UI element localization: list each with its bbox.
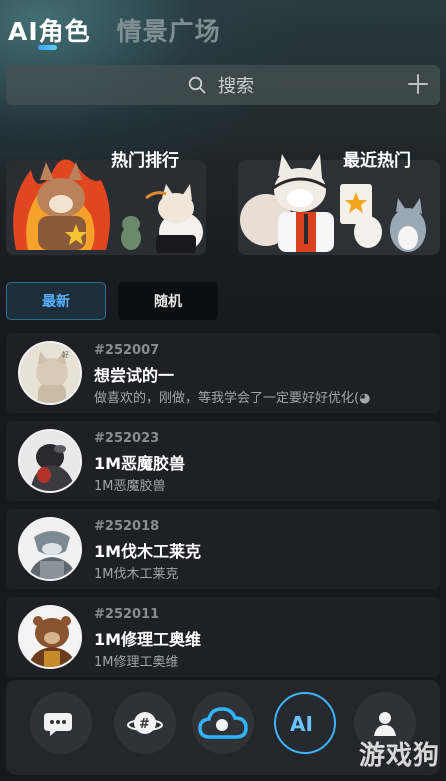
tab-ai-roles[interactable]: AI角色 — [8, 12, 91, 50]
recent-hot-title: 最近热门 — [343, 151, 411, 171]
hot-ranking-title: 热门排行 — [111, 151, 179, 171]
watermark-logo: 游戏狗 — [358, 741, 440, 771]
svg-text:#: # — [139, 717, 150, 732]
character-id: #252011 — [94, 607, 160, 622]
character-description: 1M修理工奥维 — [94, 655, 179, 670]
top-tabs: AI角色 情景广场 — [8, 8, 221, 50]
character-name: 想尝试的一 — [94, 366, 175, 385]
character-avatar — [18, 429, 82, 493]
character-card[interactable]: #252018 1M伐木工莱克 1M伐木工莱克 — [6, 509, 440, 589]
search-placeholder: 搜索 — [218, 76, 254, 97]
nav-ai-button[interactable]: AI — [274, 692, 336, 754]
character-id: #252023 — [94, 431, 160, 446]
character-name: 1M恶魔胶兽 — [94, 454, 186, 473]
character-id: #252007 — [94, 343, 160, 358]
search-bar[interactable]: 搜索 — [6, 65, 440, 105]
character-description: 1M伐木工莱克 — [94, 567, 179, 582]
cloud-icon — [198, 707, 248, 739]
chat-bubbles-icon — [44, 713, 72, 736]
character-id: #252018 — [94, 519, 160, 534]
filter-random-button[interactable]: 随机 — [118, 282, 218, 320]
character-name: 1M伐木工莱克 — [94, 542, 202, 561]
nav-chat-button[interactable] — [30, 692, 92, 754]
search-icon — [188, 76, 206, 94]
character-card[interactable]: 好 #252007 想尝试的一 做喜欢的，刚做，等我学会了一定要好好优化(◕ — [6, 333, 440, 413]
character-description: 做喜欢的，刚做，等我学会了一定要好好优化(◕ — [94, 391, 371, 406]
character-card[interactable]: #252023 1M恶魔胶兽 1M恶魔胶兽 — [6, 421, 440, 501]
character-avatar: 好 — [18, 341, 82, 405]
nav-cloud-button[interactable] — [192, 692, 254, 754]
recent-hot-banner[interactable]: 最近热门 — [238, 140, 440, 255]
profile-icon — [374, 712, 396, 736]
character-name: 1M修理工奥维 — [94, 630, 202, 649]
filter-newest-button[interactable]: 最新 — [6, 282, 106, 320]
character-avatar — [18, 517, 82, 581]
tab-scenario-square[interactable]: 情景广场 — [117, 12, 221, 48]
topic-planet-icon: # — [127, 712, 163, 734]
svg-text:AI: AI — [290, 712, 313, 736]
search-field[interactable]: 搜索 — [188, 65, 254, 105]
hot-ranking-banner[interactable]: 热门排行 — [6, 140, 206, 255]
nav-topic-button[interactable]: # — [114, 692, 176, 754]
character-card[interactable]: #252011 1M修理工奥维 1M修理工奥维 — [6, 597, 440, 677]
character-description: 1M恶魔胶兽 — [94, 479, 166, 494]
ai-icon: AI — [290, 712, 313, 736]
add-icon[interactable] — [406, 72, 430, 96]
character-avatar — [18, 605, 82, 669]
svg-text:好: 好 — [62, 350, 69, 359]
